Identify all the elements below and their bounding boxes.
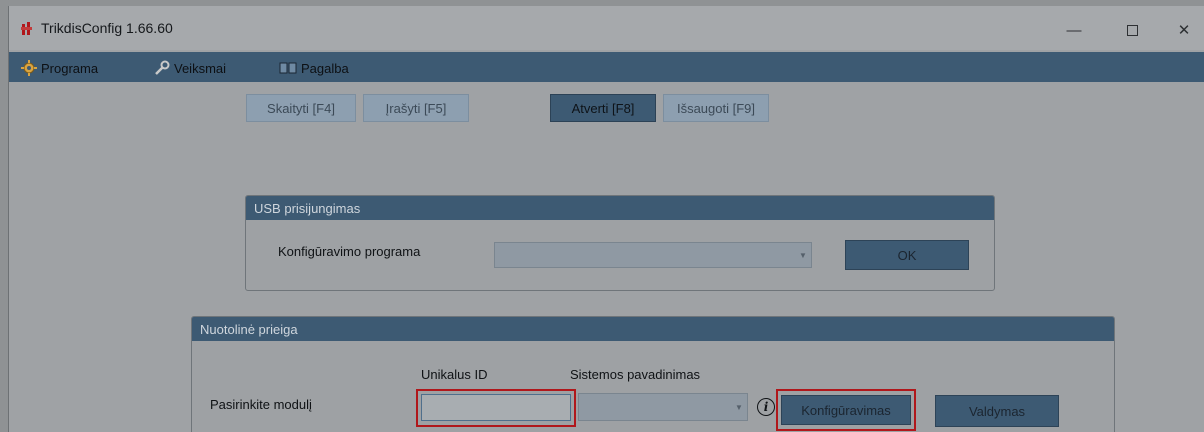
menu-pagalba[interactable]: Pagalba bbox=[279, 58, 349, 78]
info-icon[interactable]: i bbox=[757, 398, 775, 416]
usb-group-header: USB prisijungimas bbox=[246, 196, 994, 220]
menu-pagalba-label: Pagalba bbox=[301, 60, 349, 76]
menu-veiksmai-label: Veiksmai bbox=[174, 60, 227, 76]
config-program-label: Konfigūravimo programa bbox=[278, 244, 421, 259]
usb-connection-group: USB prisijungimas Konfigūravimo programa… bbox=[245, 195, 995, 291]
open-button[interactable]: Atverti [F8] bbox=[550, 94, 656, 122]
menu-veiksmai[interactable]: Veiksmai bbox=[154, 58, 226, 78]
book-icon bbox=[279, 62, 297, 74]
minimize-button[interactable]: — bbox=[1051, 16, 1097, 44]
system-name-select[interactable]: ▼ bbox=[578, 393, 748, 421]
gear-icon bbox=[21, 60, 37, 76]
menu-bar: Programa Veiksmai Pagalba bbox=[9, 52, 1204, 82]
trikdis-logo-icon bbox=[21, 22, 32, 35]
read-button[interactable]: Skaityti [F4] bbox=[246, 94, 356, 122]
title-bar: TrikdisConfig 1.66.60 — ✕ bbox=[9, 6, 1204, 50]
configure-button[interactable]: Konfigūravimas bbox=[781, 395, 911, 425]
close-button[interactable]: ✕ bbox=[1161, 16, 1204, 44]
menu-programa[interactable]: Programa bbox=[21, 58, 98, 78]
write-button[interactable]: Įrašyti [F5] bbox=[363, 94, 469, 122]
remote-access-group: Nuotolinė prieiga Unikalus ID Sistemos p… bbox=[191, 316, 1115, 432]
config-program-select[interactable]: ▼ bbox=[494, 242, 812, 268]
maximize-icon bbox=[1126, 24, 1138, 36]
unique-id-input[interactable] bbox=[421, 394, 571, 421]
chevron-down-icon: ▼ bbox=[799, 250, 807, 260]
window-title: TrikdisConfig 1.66.60 bbox=[41, 20, 173, 36]
maximize-button[interactable] bbox=[1109, 16, 1155, 44]
control-button[interactable]: Valdymas bbox=[935, 395, 1059, 427]
menu-programa-label: Programa bbox=[41, 60, 99, 76]
unique-id-column-label: Unikalus ID bbox=[421, 367, 488, 382]
select-module-label: Pasirinkite modulį bbox=[210, 397, 312, 412]
wrench-icon bbox=[155, 60, 170, 75]
ok-button[interactable]: OK bbox=[845, 240, 969, 270]
system-name-column-label: Sistemos pavadinimas bbox=[570, 367, 701, 382]
chevron-down-icon: ▼ bbox=[735, 402, 743, 412]
app-window: TrikdisConfig 1.66.60 — ✕ Programa Veiks… bbox=[8, 6, 1204, 432]
save-button[interactable]: Išsaugoti [F9] bbox=[663, 94, 769, 122]
remote-group-header: Nuotolinė prieiga bbox=[192, 317, 1114, 341]
